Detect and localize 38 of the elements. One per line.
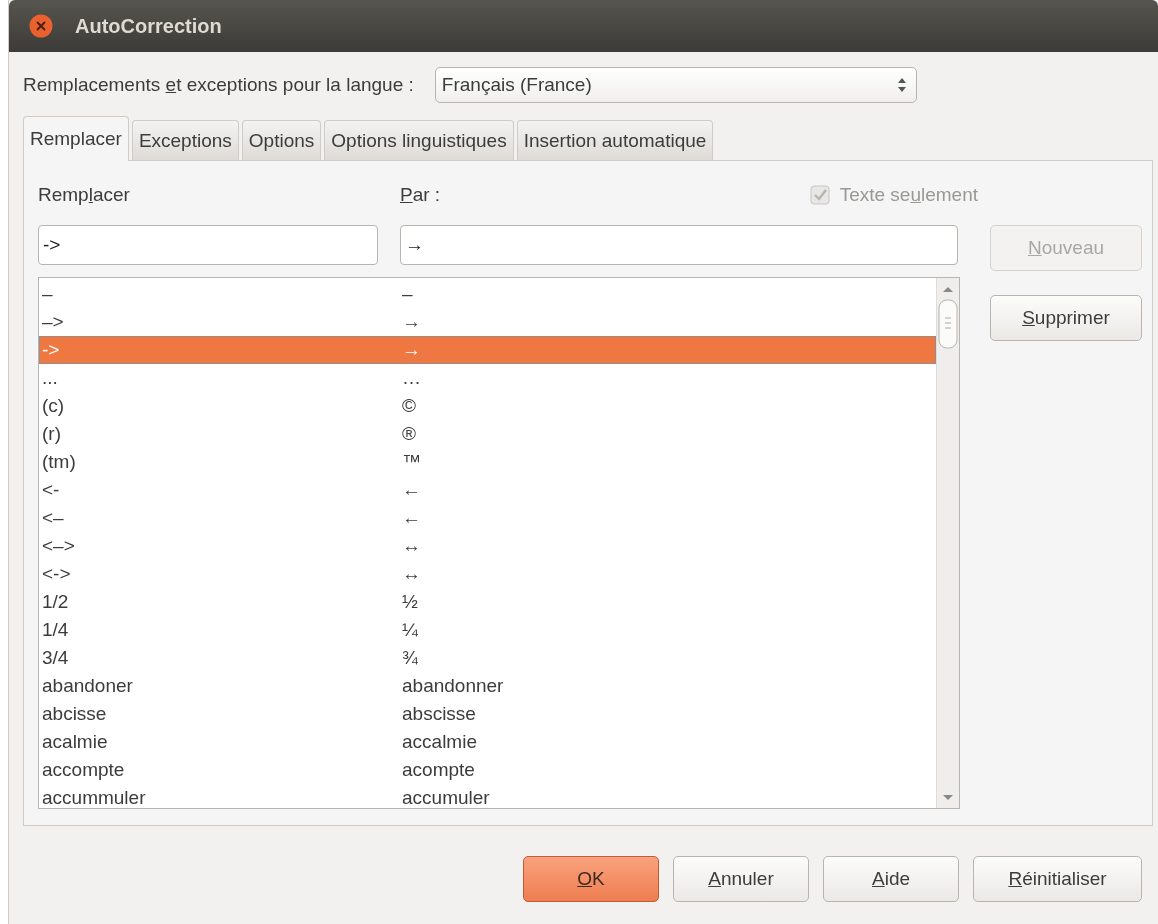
tab[interactable]: Insertion automatique xyxy=(516,120,714,160)
list-row[interactable]: (tm) ™ xyxy=(39,448,936,476)
list-row[interactable]: abcisse abscisse xyxy=(39,700,936,728)
column-label: Remplacer xyxy=(38,184,131,206)
list-row[interactable]: accummuler accumuler xyxy=(39,784,936,812)
close-icon[interactable] xyxy=(29,14,53,38)
list-row[interactable]: ... … xyxy=(39,364,936,392)
button[interactable]: OK xyxy=(523,856,659,902)
list-row[interactable]: abandoner abandonner xyxy=(39,672,936,700)
list-row[interactable]: <–> ↔ xyxy=(39,532,936,560)
with-field[interactable]: → xyxy=(400,225,958,265)
list-row[interactable]: acalmie accalmie xyxy=(39,728,936,756)
list-row[interactable]: accompte acompte xyxy=(39,756,936,784)
tab[interactable]: Options linguistiques xyxy=(324,120,514,160)
list-row[interactable]: 1/4 ¼ xyxy=(39,616,936,644)
replace-field[interactable]: -> xyxy=(38,225,378,265)
list-row[interactable]: 1/2 ½ xyxy=(39,588,936,616)
list-row[interactable]: <-> ↔ xyxy=(39,560,936,588)
button[interactable]: Réinitialiser xyxy=(973,856,1142,902)
window-title: AutoCorrection xyxy=(75,14,222,38)
scrollbar[interactable] xyxy=(936,278,959,808)
button[interactable]: Aide xyxy=(823,856,959,902)
list-row[interactable]: 3/4 ¾ xyxy=(39,644,936,672)
list-row[interactable]: (r) ® xyxy=(39,420,936,448)
checkbox-label: Texte seulement xyxy=(839,184,978,206)
list-row[interactable]: <- ← xyxy=(39,476,936,504)
button[interactable]: Supprimer xyxy=(990,295,1142,341)
language-dropdown[interactable]: Français (France) xyxy=(434,67,917,103)
column-label: Par : xyxy=(400,184,442,206)
language-label: Remplacements et exceptions pour la langue : xyxy=(23,74,414,96)
list-row[interactable]: – – xyxy=(39,280,936,308)
list-row[interactable]: –> → xyxy=(39,308,936,336)
list-row[interactable]: (c) © xyxy=(39,392,936,420)
tab[interactable]: Options xyxy=(241,120,322,160)
button[interactable]: Annuler xyxy=(673,856,809,902)
tab[interactable]: Exceptions xyxy=(131,120,239,160)
tab[interactable]: Remplacer xyxy=(23,116,129,161)
list-row[interactable]: <– ← xyxy=(39,504,936,532)
